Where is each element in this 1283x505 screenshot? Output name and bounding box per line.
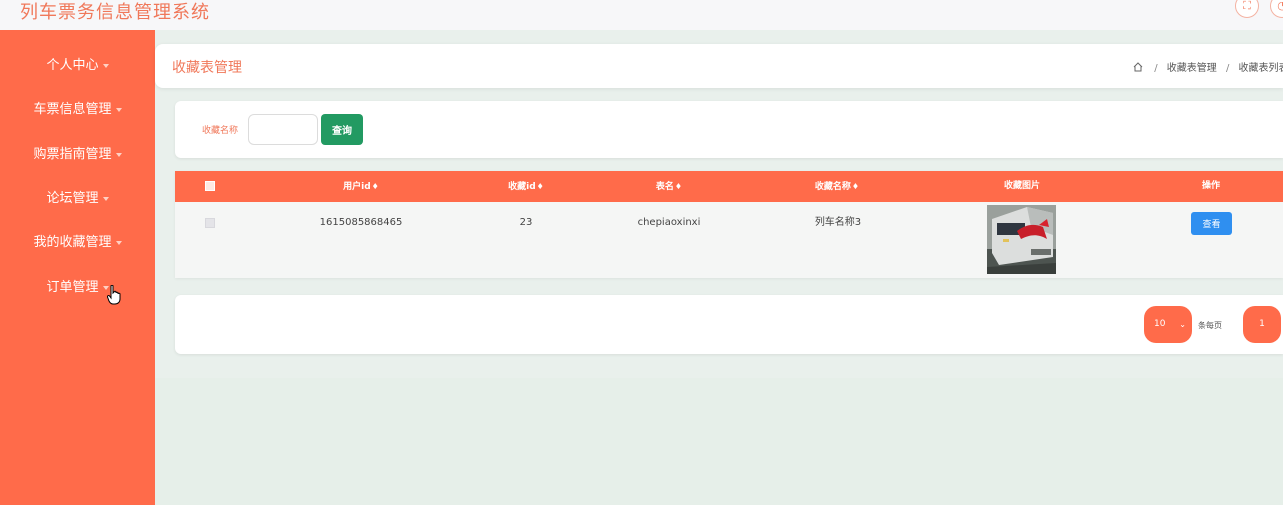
hand-cursor-icon — [107, 285, 121, 305]
per-page-label: 条每页 — [1198, 321, 1222, 330]
caret-down-icon — [115, 240, 122, 245]
pagination: 10 ⌄ 条每页 1 — [175, 295, 1283, 354]
search-label: 收藏名称 — [202, 126, 239, 136]
top-bar: 列车票务信息管理系统 ⛶ ◔ — [0, 0, 1283, 30]
sidebar-item-forum[interactable]: 论坛管理 — [0, 189, 155, 209]
fullscreen-icon[interactable]: ⛶ — [1235, 0, 1259, 18]
page-title: 收藏表管理 — [172, 60, 242, 76]
view-button[interactable]: 查看 — [1191, 212, 1232, 235]
home-icon[interactable] — [1133, 62, 1143, 72]
app-title: 列车票务信息管理系统 — [20, 2, 210, 23]
sidebar-item-label: 论坛管理 — [46, 191, 99, 206]
row-checkbox[interactable] — [205, 218, 215, 228]
sort-icon: ♦ — [371, 182, 379, 191]
cell-fav-id: 23 — [519, 217, 533, 228]
select-all-checkbox[interactable] — [205, 181, 215, 191]
sidebar-item-label: 购票指南管理 — [33, 147, 112, 162]
page-size-value: 10 — [1154, 319, 1166, 329]
caret-down-icon — [102, 63, 109, 68]
sidebar-item-purchase-guide[interactable]: 购票指南管理 — [0, 145, 155, 165]
table-header: 用户id♦ 收藏id♦ 表名♦ 收藏名称♦ 收藏图片 操作 — [175, 171, 1283, 202]
page-header: 收藏表管理 / 收藏表管理 / 收藏表列表 — [155, 44, 1283, 88]
breadcrumb-separator: / — [1225, 63, 1230, 74]
chevron-down-icon: ⌄ — [1179, 320, 1186, 329]
sidebar-item-orders[interactable]: 订单管理 — [0, 278, 155, 298]
breadcrumb-item[interactable]: 收藏表管理 — [1167, 63, 1217, 74]
sidebar-item-label: 个人中心 — [46, 58, 99, 73]
column-header-actions: 操作 — [1201, 181, 1220, 191]
breadcrumb-item[interactable]: 收藏表列表 — [1239, 63, 1283, 74]
sidebar-item-personal-center[interactable]: 个人中心 — [0, 56, 155, 76]
search-panel: 收藏名称 查询 — [175, 101, 1283, 158]
breadcrumb-separator: / — [1154, 63, 1158, 74]
sidebar-item-ticket-info[interactable]: 车票信息管理 — [0, 100, 155, 120]
caret-down-icon — [102, 196, 109, 201]
caret-down-icon — [115, 107, 122, 112]
page-size-select[interactable]: 10 ⌄ — [1144, 306, 1192, 343]
breadcrumb: / 收藏表管理 / 收藏表列表 — [1133, 59, 1283, 74]
sort-icon: ♦ — [851, 182, 860, 191]
cell-fav-name: 列车名称3 — [814, 217, 862, 228]
search-button[interactable]: 查询 — [321, 114, 363, 145]
sidebar-item-my-favorites[interactable]: 我的收藏管理 — [0, 233, 155, 253]
cell-table-name: chepiaoxinxi — [637, 217, 701, 228]
sidebar-item-label: 车票信息管理 — [33, 102, 112, 117]
sidebar-item-label: 订单管理 — [46, 280, 99, 295]
page-number-button[interactable]: 1 — [1243, 306, 1281, 343]
cell-user-id: 1615085868465 — [319, 217, 403, 228]
main-bottom-area — [155, 378, 1283, 505]
sidebar: 个人中心 车票信息管理 购票指南管理 论坛管理 我的收藏管理 订单管理 — [0, 30, 155, 505]
column-header-user-id[interactable]: 用户id♦ — [335, 171, 387, 202]
fav-image[interactable] — [987, 205, 1056, 274]
user-icon[interactable]: ◔ — [1270, 0, 1283, 18]
column-header-fav-id[interactable]: 收藏id♦ — [502, 171, 550, 202]
column-header-table-name[interactable]: 表名♦ — [649, 171, 689, 202]
column-header-fav-image: 收藏图片 — [1003, 181, 1040, 191]
data-table: 用户id♦ 收藏id♦ 表名♦ 收藏名称♦ 收藏图片 操作 1615085868… — [175, 171, 1283, 278]
caret-down-icon — [115, 152, 122, 157]
sidebar-item-label: 我的收藏管理 — [33, 235, 112, 250]
search-input[interactable] — [248, 114, 318, 145]
sort-icon: ♦ — [674, 182, 683, 191]
sort-icon: ♦ — [536, 182, 544, 191]
column-header-fav-name[interactable]: 收藏名称♦ — [811, 171, 863, 202]
